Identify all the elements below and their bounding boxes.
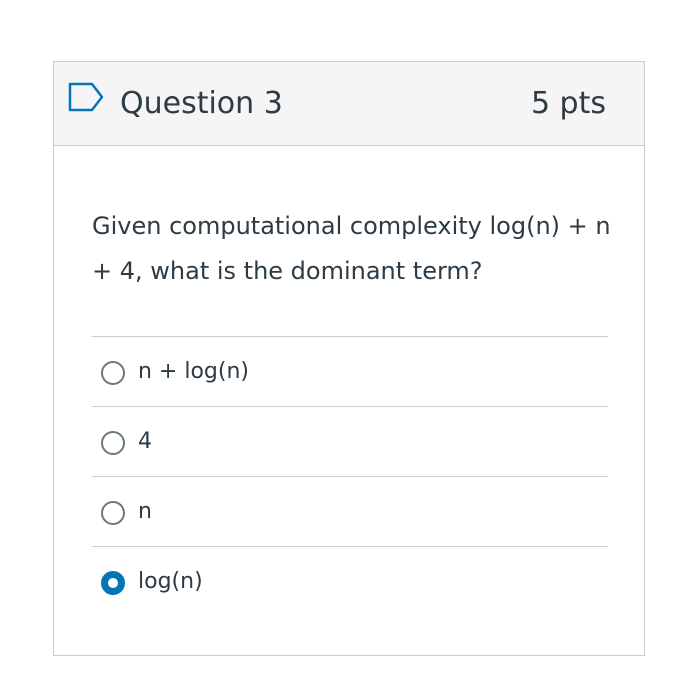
question-points: 5 pts: [530, 86, 606, 121]
answer-option[interactable]: n: [92, 476, 608, 546]
radio-button[interactable]: [101, 361, 125, 385]
answer-label[interactable]: n: [138, 497, 152, 527]
question-text: Given computational complexity log(n) + …: [92, 212, 611, 285]
answer-option[interactable]: 4: [92, 406, 608, 476]
question-header: Question 3 5 pts: [54, 62, 644, 146]
answer-label[interactable]: n + log(n): [138, 357, 249, 387]
flag-question-icon[interactable]: [68, 82, 106, 112]
answer-option[interactable]: n + log(n): [92, 336, 608, 406]
radio-button[interactable]: [101, 501, 125, 525]
radio-button[interactable]: [101, 431, 125, 455]
radio-button[interactable]: [101, 571, 125, 595]
question-card: Question 3 5 pts Given computational com…: [53, 61, 645, 656]
answer-label[interactable]: 4: [138, 427, 152, 457]
question-title: Question 3: [120, 86, 283, 121]
answer-list: n + log(n) 4 n log(n): [92, 336, 608, 616]
answer-label[interactable]: log(n): [138, 567, 203, 597]
answer-option[interactable]: log(n): [92, 546, 608, 616]
